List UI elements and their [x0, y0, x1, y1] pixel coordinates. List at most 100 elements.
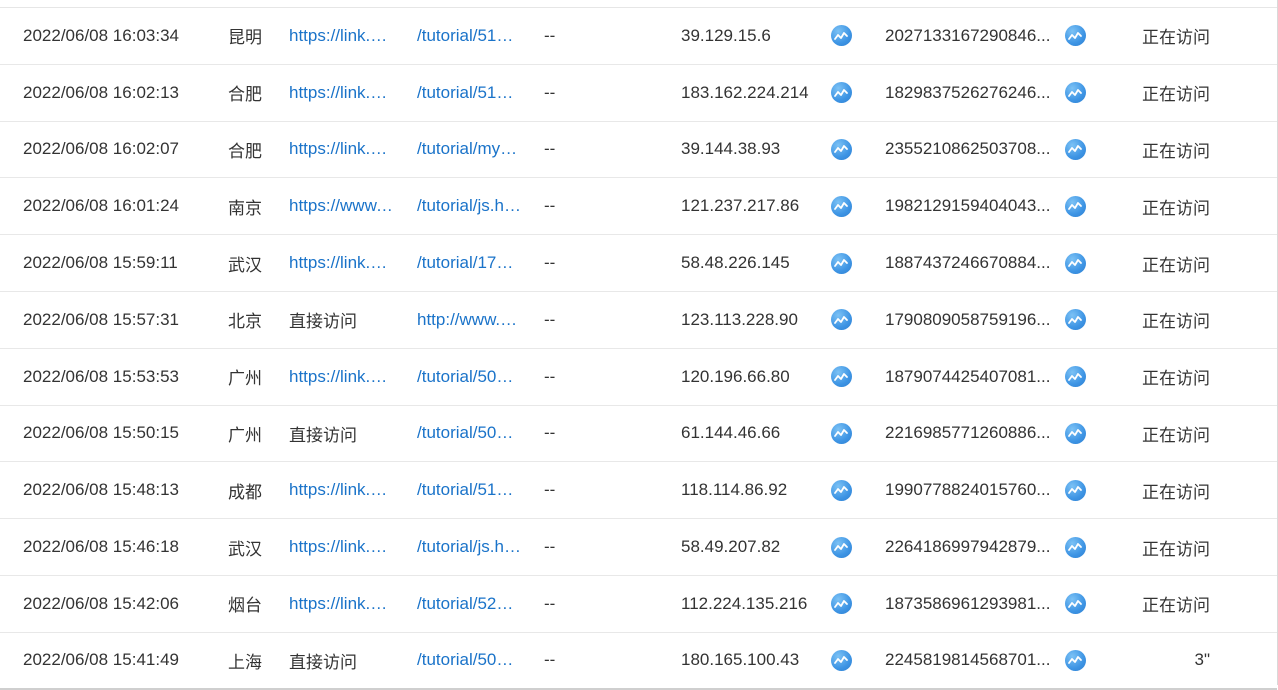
trend-chart-icon[interactable]	[830, 593, 852, 615]
uid-text: 1887437246670884...	[885, 253, 1051, 273]
keyword-cell: --	[544, 519, 584, 575]
trend-chart-icon[interactable]	[830, 138, 852, 160]
trend-chart-icon[interactable]	[830, 82, 852, 104]
trend-chart-icon[interactable]	[1064, 536, 1086, 558]
trend-chart-icon[interactable]	[1064, 195, 1086, 217]
ip-address: 61.144.46.66	[681, 406, 821, 462]
trend-chart-icon[interactable]	[830, 252, 852, 274]
entry-page-link[interactable]: http://www.example.com	[417, 310, 522, 330]
visit-time: 2022/06/08 16:02:07	[23, 122, 208, 178]
entry-page-link[interactable]: /tutorial/17000.html	[417, 253, 522, 273]
visitor-id: 1790809058759196...	[885, 292, 1065, 348]
entry-page-cell: /tutorial/js.html	[417, 519, 522, 575]
ip-text: 39.144.38.93	[681, 139, 781, 159]
visit-time: 2022/06/08 16:01:24	[23, 178, 208, 234]
trend-chart-icon[interactable]	[830, 479, 852, 501]
entry-page-cell: /tutorial/js.html	[417, 178, 522, 234]
entry-page-link[interactable]: /tutorial/js.html	[417, 537, 522, 557]
trend-chart-icon[interactable]	[830, 422, 852, 444]
trend-chart-icon[interactable]	[830, 25, 852, 47]
source-link[interactable]: https://link.zhihu.com	[289, 253, 394, 273]
keyword-cell: --	[544, 292, 584, 348]
entry-page-link[interactable]: /tutorial/51000.html	[417, 480, 522, 500]
visit-city: 合肥	[228, 122, 278, 178]
status-text: 正在访问	[1142, 596, 1210, 616]
visit-city: 广州	[228, 406, 278, 462]
trend-chart-icon[interactable]	[830, 195, 852, 217]
time-text: 2022/06/08 16:02:13	[23, 82, 179, 102]
source-cell: https://link.zhihu.com	[289, 122, 394, 178]
source-link[interactable]: https://www.google.com	[289, 196, 394, 216]
status-text: 正在访问	[1142, 255, 1210, 275]
trend-chart-icon[interactable]	[1064, 479, 1086, 501]
trend-chart-icon[interactable]	[1064, 309, 1086, 331]
entry-page-link[interactable]: /tutorial/mysql.html	[417, 139, 522, 159]
trend-chart-icon[interactable]	[1064, 82, 1086, 104]
source-link[interactable]: https://link.zhihu.com	[289, 594, 394, 614]
source-link[interactable]: https://link.zhihu.com	[289, 537, 394, 557]
table-top-border	[0, 0, 1277, 8]
source-text: 直接访问	[289, 652, 357, 672]
table-row: 2022/06/08 15:53:53 广州 https://link.zhih…	[0, 349, 1277, 406]
trend-chart-icon[interactable]	[1064, 138, 1086, 160]
visit-status: 正在访问	[1120, 576, 1210, 632]
keyword-text: --	[544, 366, 556, 386]
visit-time: 2022/06/08 16:03:34	[23, 8, 208, 64]
time-text: 2022/06/08 15:57:31	[23, 309, 179, 329]
keyword-text: --	[544, 593, 556, 613]
ip-trend-cell	[829, 65, 853, 121]
trend-chart-icon[interactable]	[1064, 593, 1086, 615]
source-link[interactable]: https://link.zhihu.com	[289, 367, 394, 387]
ip-text: 58.48.226.145	[681, 253, 790, 273]
source-link[interactable]: https://link.zhihu.com	[289, 83, 394, 103]
source-link[interactable]: https://link.zhihu.com	[289, 26, 394, 46]
table-row: 2022/06/08 16:02:13 合肥 https://link.zhih…	[0, 65, 1277, 122]
uid-trend-cell	[1063, 349, 1087, 405]
entry-page-cell: /tutorial/17000.html	[417, 235, 522, 291]
table-row: 2022/06/08 15:57:31 北京 直接访问 http://www.e…	[0, 292, 1277, 349]
keyword-cell: --	[544, 462, 584, 518]
trend-chart-icon[interactable]	[830, 649, 852, 671]
trend-chart-icon[interactable]	[1064, 25, 1086, 47]
visitor-id: 1982129159404043...	[885, 178, 1065, 234]
status-text: 正在访问	[1142, 141, 1210, 161]
ip-text: 61.144.46.66	[681, 423, 781, 443]
visitor-id: 1879074425407081...	[885, 349, 1065, 405]
visit-status: 正在访问	[1120, 462, 1210, 518]
city-text: 昆明	[228, 28, 262, 48]
uid-text: 1982129159404043...	[885, 196, 1051, 216]
source-cell: https://link.zhihu.com	[289, 349, 394, 405]
entry-page-link[interactable]: /tutorial/50000.html	[417, 367, 522, 387]
visit-time: 2022/06/08 16:02:13	[23, 65, 208, 121]
trend-chart-icon[interactable]	[1064, 649, 1086, 671]
city-text: 南京	[228, 198, 262, 218]
trend-chart-icon[interactable]	[830, 309, 852, 331]
ip-address: 120.196.66.80	[681, 349, 821, 405]
entry-page-link[interactable]: /tutorial/js.html	[417, 196, 522, 216]
entry-page-link[interactable]: /tutorial/52000.html	[417, 594, 522, 614]
uid-text: 2027133167290846...	[885, 25, 1051, 45]
entry-page-link[interactable]: /tutorial/51003.html	[417, 83, 522, 103]
source-cell: https://link.zhihu.com	[289, 519, 394, 575]
uid-trend-cell	[1063, 65, 1087, 121]
entry-page-link[interactable]: /tutorial/50000.html	[417, 650, 522, 670]
uid-trend-cell	[1063, 178, 1087, 234]
city-text: 广州	[228, 425, 262, 445]
entry-page-link[interactable]: /tutorial/50000.html	[417, 423, 522, 443]
entry-page-link[interactable]: /tutorial/51003.html	[417, 26, 522, 46]
source-link[interactable]: https://link.zhihu.com	[289, 480, 394, 500]
trend-chart-icon[interactable]	[830, 366, 852, 388]
source-link[interactable]: https://link.zhihu.com	[289, 139, 394, 159]
ip-trend-cell	[829, 576, 853, 632]
time-text: 2022/06/08 15:46:18	[23, 537, 179, 557]
entry-page-cell: /tutorial/50000.html	[417, 406, 522, 462]
trend-chart-icon[interactable]	[830, 536, 852, 558]
trend-chart-icon[interactable]	[1064, 252, 1086, 274]
table-row: 2022/06/08 15:42:06 烟台 https://link.zhih…	[0, 576, 1277, 633]
ip-text: 121.237.217.86	[681, 196, 800, 216]
entry-page-cell: /tutorial/52000.html	[417, 576, 522, 632]
trend-chart-icon[interactable]	[1064, 422, 1086, 444]
city-text: 广州	[228, 369, 262, 389]
visitor-id: 1873586961293981...	[885, 576, 1065, 632]
trend-chart-icon[interactable]	[1064, 366, 1086, 388]
